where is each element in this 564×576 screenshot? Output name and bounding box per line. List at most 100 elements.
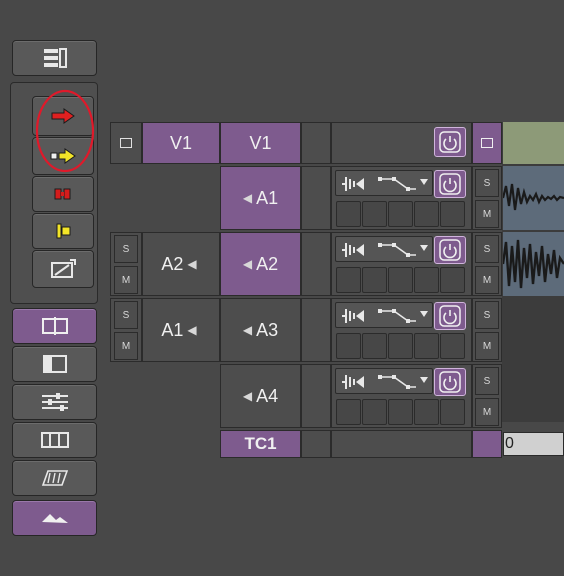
power-icon — [439, 305, 461, 327]
timeline-view-icon — [41, 317, 68, 335]
timecode-track-tc1[interactable]: TC1 — [220, 430, 301, 458]
a2-insert-slot[interactable] — [388, 267, 413, 293]
a1-insert-slot[interactable] — [388, 201, 413, 227]
a3-insert-slot[interactable] — [336, 333, 361, 359]
speaker-icon: ◀ — [187, 257, 197, 271]
waveform-icon[interactable] — [340, 239, 374, 261]
track-list-icon — [43, 48, 67, 68]
tc1-monitor-toggle[interactable] — [472, 430, 502, 458]
a1-sync-lock[interactable] — [301, 166, 331, 230]
a2-solo-button[interactable]: S — [475, 235, 499, 263]
power-icon — [439, 173, 461, 195]
a4-clip-gain-controls — [335, 368, 433, 394]
a4-insert-slot[interactable] — [414, 399, 439, 425]
v1-sync-lock[interactable] — [301, 122, 331, 164]
speaker-icon: ◀ — [242, 257, 253, 271]
timeline-view-button[interactable] — [12, 308, 97, 344]
keyframe-icon[interactable] — [376, 239, 432, 261]
waveform-graphic — [501, 183, 564, 211]
record-track-a3[interactable]: ◀ A3 — [220, 298, 301, 362]
source-track-a2[interactable]: A2 ◀ — [142, 232, 220, 296]
a1-solo-button[interactable]: S — [475, 169, 499, 197]
keyframe-icon[interactable] — [376, 371, 432, 393]
audio-clip-a2[interactable] — [501, 232, 564, 296]
a2-insert-slot[interactable] — [440, 267, 465, 293]
keyframe-icon[interactable] — [376, 173, 432, 195]
a2-clip-gain-controls — [335, 236, 433, 262]
a1-mute-button[interactable]: M — [475, 200, 499, 228]
lock-square-icon — [120, 138, 132, 148]
a3-sync-lock[interactable] — [301, 298, 331, 362]
record-track-a2-label: A2 — [256, 253, 279, 274]
top-trim-icon — [51, 259, 76, 278]
record-track-a2[interactable]: ◀ A2 — [220, 232, 301, 296]
source-monitor-toggle-icon — [42, 355, 67, 373]
a1-insert-slot[interactable] — [336, 201, 361, 227]
lock-square-icon — [481, 138, 493, 148]
a2-insert-slot[interactable] — [336, 267, 361, 293]
film-strip-button[interactable] — [12, 422, 97, 458]
source-track-a2-label: A2 — [161, 253, 184, 274]
record-track-a1[interactable]: ◀ A1 — [220, 166, 301, 230]
power-icon — [439, 239, 461, 261]
speaker-icon: ◀ — [242, 323, 253, 337]
v1-power-button[interactable] — [434, 127, 466, 157]
track-list-button[interactable] — [12, 40, 97, 76]
source-track-v1[interactable]: V1 — [142, 122, 220, 164]
record-track-a4-label: A4 — [256, 385, 279, 406]
a3-insert-slot[interactable] — [414, 333, 439, 359]
a4-insert-slot[interactable] — [362, 399, 387, 425]
top-trim-button[interactable] — [32, 250, 94, 288]
source-a2-solo-button[interactable]: S — [114, 235, 138, 263]
a3-power-button[interactable] — [434, 302, 466, 330]
a3-insert-slot[interactable] — [440, 333, 465, 359]
lift-icon — [54, 188, 71, 200]
record-track-a4[interactable]: ◀ A4 — [220, 364, 301, 428]
lift-button[interactable] — [32, 176, 94, 212]
a2-power-button[interactable] — [434, 236, 466, 264]
record-track-v1[interactable]: V1 — [220, 122, 301, 164]
a4-insert-slot[interactable] — [388, 399, 413, 425]
a2-mute-button[interactable]: M — [475, 266, 499, 294]
a2-sync-lock[interactable] — [301, 232, 331, 296]
a4-power-button[interactable] — [434, 368, 466, 396]
a4-sync-lock[interactable] — [301, 364, 331, 428]
source-a1-mute-button[interactable]: M — [114, 332, 138, 360]
a2-insert-slot[interactable] — [362, 267, 387, 293]
a1-insert-slot[interactable] — [414, 201, 439, 227]
waveform-icon[interactable] — [340, 173, 374, 195]
waveform-icon[interactable] — [340, 371, 374, 393]
record-track-a3-label: A3 — [256, 319, 279, 340]
keyframe-icon[interactable] — [376, 305, 432, 327]
a3-insert-slot[interactable] — [362, 333, 387, 359]
a3-solo-button[interactable]: S — [475, 301, 499, 329]
audio-clip-a1[interactable] — [501, 166, 564, 230]
source-a1-solo-button[interactable]: S — [114, 301, 138, 329]
source-v1-lock-toggle[interactable] — [110, 122, 142, 164]
a1-insert-slot[interactable] — [440, 201, 465, 227]
a4-solo-button[interactable]: S — [475, 367, 499, 395]
effect-mode-icon — [41, 470, 68, 486]
extract-button[interactable] — [32, 213, 94, 249]
a1-power-button[interactable] — [434, 170, 466, 198]
v1-monitor-toggle[interactable] — [472, 122, 502, 164]
a2-insert-slot[interactable] — [414, 267, 439, 293]
a4-insert-slot[interactable] — [336, 399, 361, 425]
a4-mute-button[interactable]: M — [475, 398, 499, 426]
source-a2-mute-button[interactable]: M — [114, 266, 138, 294]
source-monitor-toggle-button[interactable] — [12, 346, 97, 382]
tc1-sync-lock[interactable] — [301, 430, 331, 458]
timecode-display: 0 — [503, 432, 564, 456]
a1-insert-slot[interactable] — [362, 201, 387, 227]
source-track-a1[interactable]: A1 ◀ — [142, 298, 220, 362]
waveform-icon[interactable] — [340, 305, 374, 327]
video-clip[interactable] — [503, 122, 564, 164]
a3-mute-button[interactable]: M — [475, 332, 499, 360]
waveform-graphic — [501, 239, 564, 289]
mixer-button[interactable] — [12, 384, 97, 420]
audio-waveform-toggle-button[interactable] — [12, 500, 97, 536]
speaker-icon: ◀ — [242, 389, 253, 403]
a4-insert-slot[interactable] — [440, 399, 465, 425]
a3-insert-slot[interactable] — [388, 333, 413, 359]
effect-mode-button[interactable] — [12, 460, 97, 496]
